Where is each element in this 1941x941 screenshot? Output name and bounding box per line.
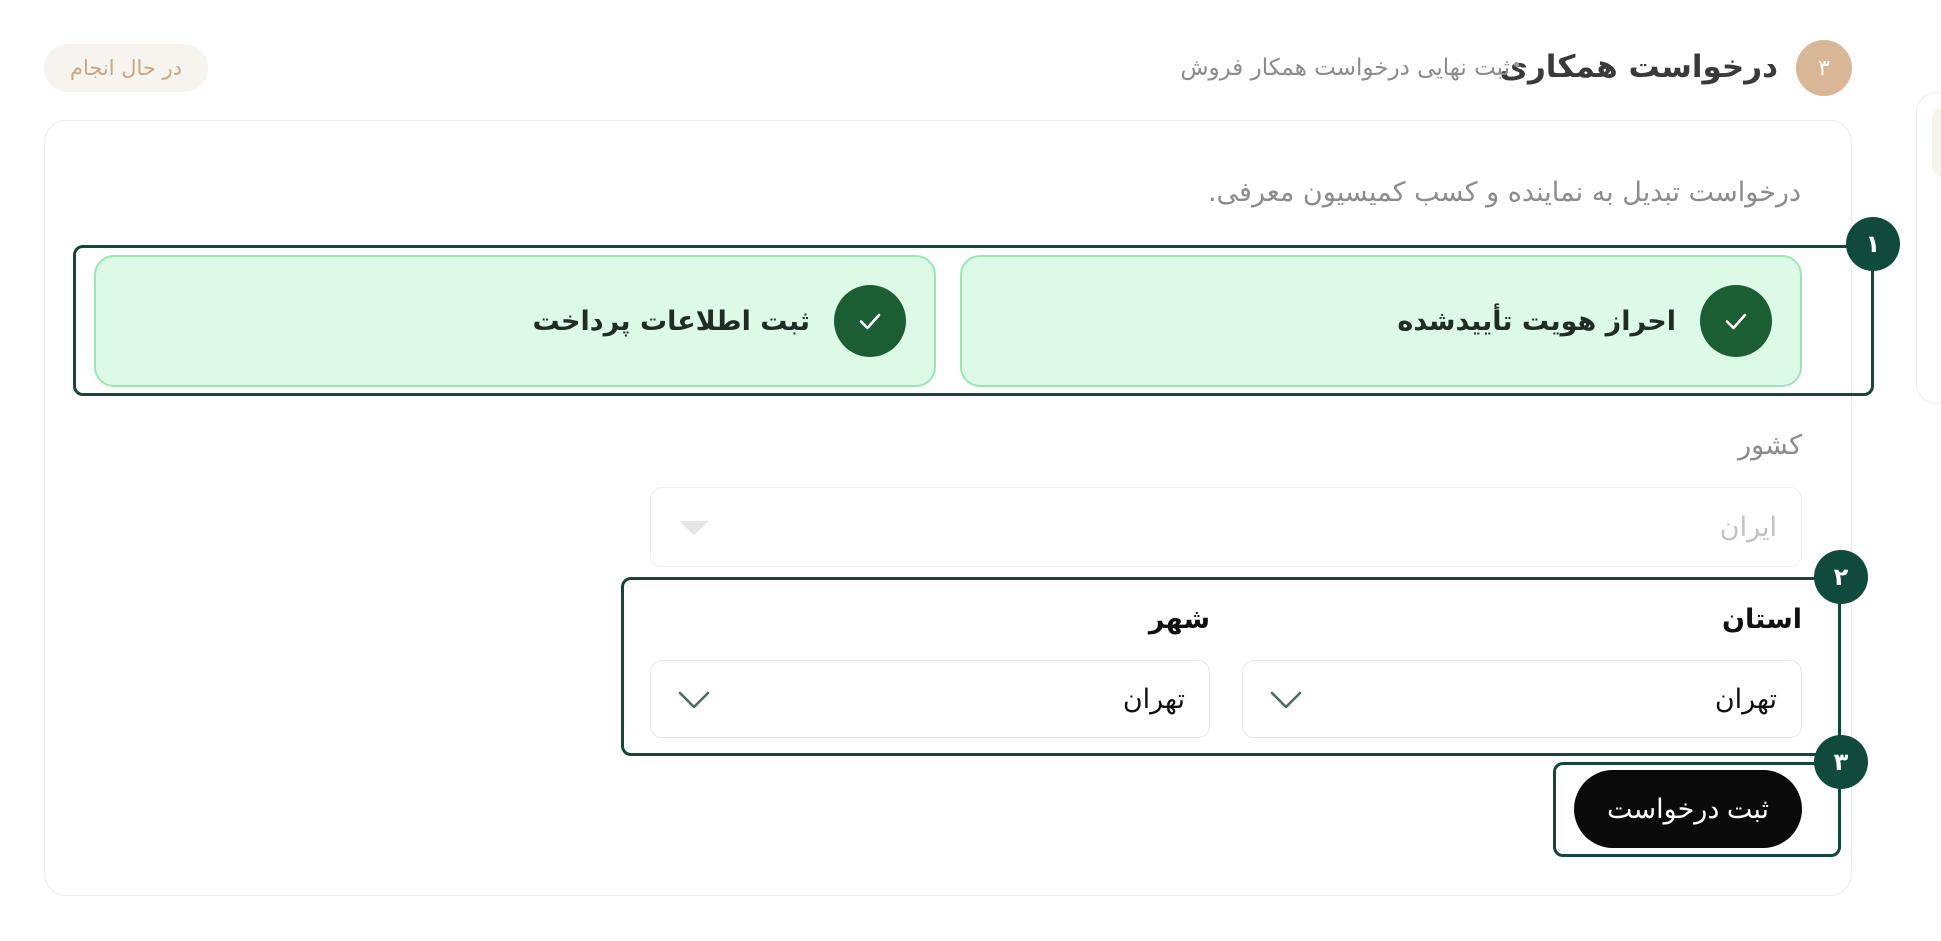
- side-panel-tab[interactable]: [1932, 108, 1941, 176]
- step-number-badge: ۳: [1796, 40, 1852, 96]
- country-select-value: ایران: [1719, 511, 1777, 543]
- section-title: درخواست همکاری: [1499, 49, 1778, 85]
- country-label: کشور: [1738, 429, 1802, 461]
- requirement-identity-label: احراز هویت تأییدشده: [1397, 305, 1676, 337]
- separator-dot: [1514, 62, 1519, 67]
- country-caret-icon: [678, 519, 710, 537]
- city-chevron-down-icon: [677, 689, 711, 711]
- submit-request-button[interactable]: ثبت درخواست: [1574, 770, 1802, 848]
- city-select-value: تهران: [1122, 683, 1185, 715]
- province-label: استان: [1721, 603, 1802, 635]
- annotation-badge-2: ۲: [1814, 550, 1868, 604]
- city-label: شهر: [1148, 603, 1210, 635]
- requirement-payment-label: ثبت اطلاعات پرداخت: [532, 305, 810, 337]
- identity-check-icon: [1700, 285, 1772, 357]
- page: ۳ درخواست همکاری ثبت نهایی درخواست همکار…: [0, 0, 1941, 941]
- payment-check-icon: [834, 285, 906, 357]
- annotation-badge-1: ۱: [1846, 217, 1900, 271]
- province-select-value: تهران: [1714, 683, 1777, 715]
- status-badge: در حال انجام: [44, 44, 208, 92]
- section-subtitle: ثبت نهایی درخواست همکار فروش: [1180, 55, 1510, 81]
- annotation-badge-3: ۳: [1814, 735, 1868, 789]
- country-select[interactable]: [650, 487, 1802, 567]
- province-chevron-down-icon: [1269, 689, 1303, 711]
- intro-description: درخواست تبدیل به نماینده و کسب کمیسیون م…: [1207, 176, 1801, 208]
